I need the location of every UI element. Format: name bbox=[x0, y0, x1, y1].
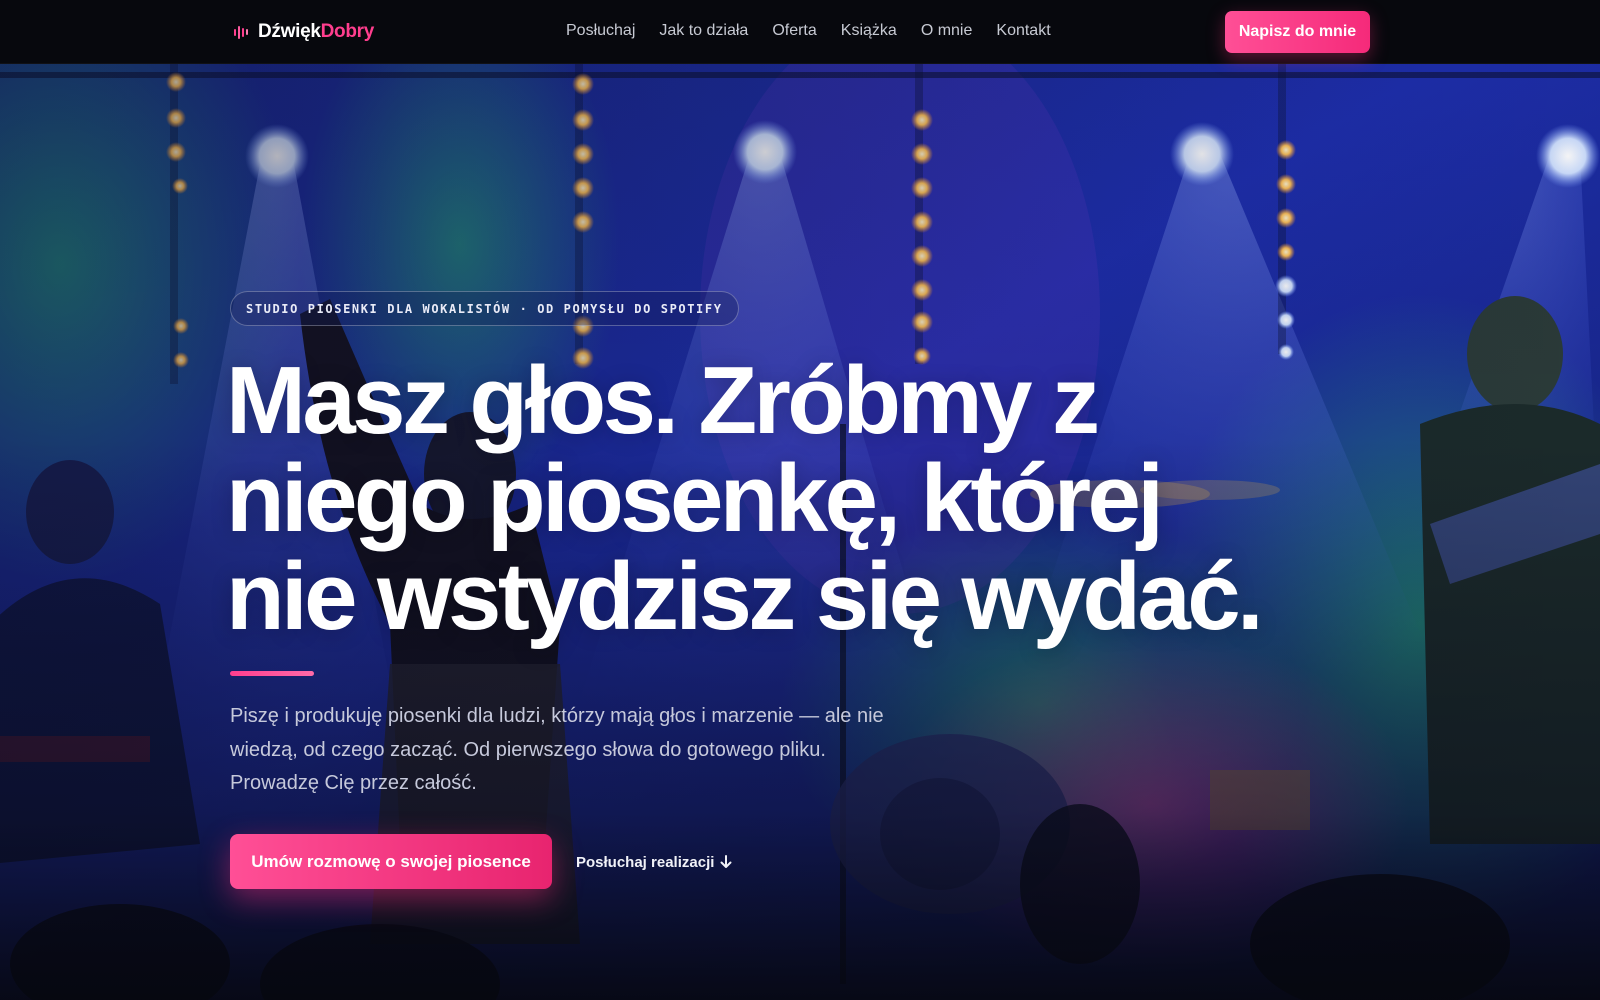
nav-item-kontakt[interactable]: Kontakt bbox=[996, 22, 1050, 40]
hero-headline: Masz głos. Zróbmy z niego piosenkę, któr… bbox=[226, 352, 1376, 646]
book-call-button[interactable]: Umów rozmowę o swojej piosence bbox=[230, 834, 552, 889]
nav-item-ksiazka[interactable]: Książka bbox=[841, 22, 897, 40]
main-menu: Posłuchaj Jak to działa Oferta Książka O… bbox=[566, 22, 1051, 40]
nav-item-jak-to-dziala[interactable]: Jak to działa bbox=[659, 22, 748, 40]
contact-button[interactable]: Napisz do mnie bbox=[1225, 11, 1370, 53]
nav-item-o-mnie[interactable]: O mnie bbox=[921, 22, 973, 40]
headline-line-1: Masz głos. Zróbmy z bbox=[226, 347, 1100, 454]
headline-line-3: nie wstydzisz się wydać. bbox=[226, 543, 1264, 650]
listen-works-label: Posłuchaj realizacji bbox=[576, 853, 715, 871]
hero-lead-text: Piszę i produkuję piosenki dla ludzi, kt… bbox=[230, 705, 884, 794]
arrow-down-icon bbox=[720, 855, 732, 868]
top-navigation: DźwiękDobry Posłuchaj Jak to działa Ofer… bbox=[0, 0, 1600, 64]
brand-name-part1: Dźwięk bbox=[258, 21, 321, 42]
brand-logo[interactable]: DźwiękDobry bbox=[234, 20, 374, 44]
nav-item-posluchaj[interactable]: Posłuchaj bbox=[566, 22, 635, 40]
headline-line-2: niego piosenkę, której bbox=[226, 445, 1164, 552]
listen-works-link[interactable]: Posłuchaj realizacji bbox=[576, 850, 732, 874]
nav-item-oferta[interactable]: Oferta bbox=[772, 22, 816, 40]
accent-divider bbox=[230, 671, 314, 676]
hero-eyebrow-badge: STUDIO PIOSENKI DLA WOKALISTÓW · OD POMY… bbox=[230, 291, 739, 326]
sound-wave-icon bbox=[234, 24, 248, 40]
brand-name-part2: Dobry bbox=[320, 21, 375, 42]
